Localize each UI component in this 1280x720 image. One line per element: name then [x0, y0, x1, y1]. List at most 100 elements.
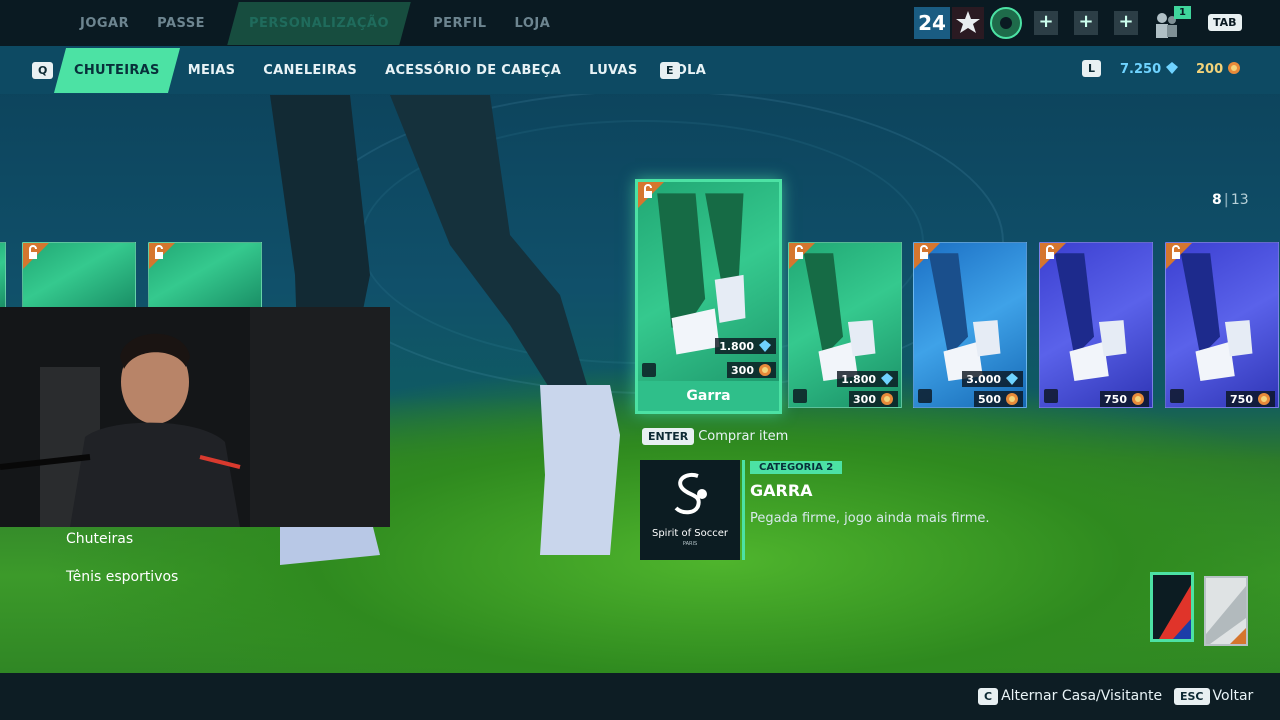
enter-key: ENTER: [642, 428, 695, 445]
lock-icon: [638, 182, 664, 208]
lock-icon: [914, 243, 940, 269]
gem-price-value: 1.800: [841, 372, 876, 386]
item-card-partial[interactable]: [0, 242, 6, 308]
item-card-4[interactable]: 750: [1165, 242, 1279, 408]
coin-icon: [1228, 62, 1241, 74]
tab-chuteiras-label: CHUTEIRAS: [74, 62, 160, 78]
webcam-overlay: [0, 307, 390, 527]
tab-key-hint: TAB: [1208, 14, 1242, 31]
item-card-left-1[interactable]: [22, 242, 136, 308]
coin-icon: [759, 364, 771, 376]
category-tabs: CHUTEIRAS MEIAS CANELEIRAS ACESSÓRIO DE …: [53, 46, 734, 94]
item-description: Pegada firme, jogo ainda mais firme.: [750, 511, 990, 526]
gem-price: 3.000: [962, 371, 1023, 387]
top-nav: JOGAR PASSE PERSONALIZAÇÃO PERFIL LOJA: [80, 0, 578, 46]
coin-price: 300: [849, 391, 898, 407]
currency-key[interactable]: L: [1082, 60, 1102, 77]
brand-emblem-icon: [674, 473, 707, 515]
coin-price: 750: [1226, 391, 1275, 407]
side-item-chuteiras[interactable]: Chuteiras: [66, 531, 133, 547]
tab-chuteiras[interactable]: CHUTEIRAS: [53, 47, 180, 93]
buy-item-hint[interactable]: ENTER Comprar item: [642, 428, 788, 445]
nav-perfil[interactable]: PERFIL: [433, 16, 486, 31]
coin-price: 750: [1100, 391, 1149, 407]
club-badge-icon[interactable]: [990, 7, 1022, 39]
brand-name: Spirit of Soccer: [651, 528, 728, 539]
item-type-icon: [918, 389, 932, 403]
coin-price: 500: [974, 391, 1023, 407]
coin-icon: [1132, 393, 1144, 405]
top-nav-bar: JOGAR PASSE PERSONALIZAÇÃO PERFIL LOJA 2…: [0, 0, 1280, 46]
item-type-icon: [793, 389, 807, 403]
add-slot-2-button[interactable]: +: [1074, 11, 1098, 35]
lock-icon: [23, 243, 49, 269]
home-kit-pattern: [1153, 575, 1191, 639]
brand-logo: Spirit of Soccer PARIS: [640, 460, 740, 560]
back-label: Voltar: [1212, 688, 1254, 704]
lock-icon: [789, 243, 815, 269]
coin-price-value: 300: [731, 363, 754, 377]
tab-acessorio-cabeca[interactable]: ACESSÓRIO DE CABEÇA: [385, 63, 561, 78]
coin-icon: [1258, 393, 1270, 405]
lock-icon: [1166, 243, 1192, 269]
gem-balance-value: 7.250: [1120, 62, 1162, 77]
nav-personalizacao[interactable]: PERSONALIZAÇÃO: [227, 1, 411, 45]
item-type-icon: [1170, 389, 1184, 403]
next-category-key[interactable]: E: [660, 62, 680, 79]
add-slot-3-button[interactable]: +: [1114, 11, 1138, 35]
item-card-2[interactable]: 3.000 500: [913, 242, 1027, 408]
streamer-camera-image: [0, 307, 390, 527]
brand-sub: PARIS: [682, 541, 698, 547]
gem-price: 1.800: [837, 371, 898, 387]
rank-badge-icon[interactable]: [952, 7, 984, 39]
esc-key: ESC: [1174, 688, 1210, 705]
back-hint[interactable]: ESC Voltar: [1174, 688, 1253, 705]
item-title: GARRA: [750, 481, 813, 500]
lock-icon: [1040, 243, 1066, 269]
away-kit-pattern: [1206, 578, 1246, 644]
coin-icon: [881, 393, 893, 405]
pager-separator: |: [1223, 192, 1229, 208]
home-kit-swatch[interactable]: [1150, 572, 1194, 642]
pager-total: 13: [1230, 192, 1249, 208]
nav-jogar[interactable]: JOGAR: [80, 16, 129, 31]
gem-price: 1.800: [715, 338, 776, 354]
buy-item-label: Comprar item: [698, 429, 789, 444]
coin-balance-value: 200: [1196, 62, 1224, 77]
coin-balance: 200: [1196, 61, 1241, 77]
away-kit-swatch[interactable]: [1204, 576, 1248, 646]
nav-passe[interactable]: PASSE: [157, 16, 205, 31]
gem-icon: [1006, 373, 1018, 385]
coin-price: 300: [727, 362, 776, 378]
lock-icon: [149, 243, 175, 269]
category-badge: CATEGORIA 2: [750, 461, 843, 474]
tab-meias[interactable]: MEIAS: [188, 63, 236, 78]
tab-luvas[interactable]: LUVAS: [589, 63, 637, 78]
item-card-3[interactable]: 750: [1039, 242, 1153, 408]
coin-icon: [1006, 393, 1018, 405]
nav-loja[interactable]: LOJA: [515, 16, 551, 31]
gem-balance: 7.250: [1120, 61, 1179, 77]
item-card-selected[interactable]: 1.800 300 Garra: [635, 179, 782, 414]
friends-count-badge: 1: [1174, 6, 1191, 19]
nav-personalizacao-label: PERSONALIZAÇÃO: [249, 15, 390, 31]
c-key: C: [978, 688, 999, 705]
prev-category-key[interactable]: Q: [32, 62, 54, 79]
toggle-home-away-hint[interactable]: C Alternar Casa/Visitante: [978, 688, 1162, 705]
gem-price-value: 1.800: [719, 339, 754, 353]
item-card-left-2[interactable]: [148, 242, 262, 308]
gem-icon: [881, 373, 893, 385]
tab-caneleiras[interactable]: CANELEIRAS: [263, 63, 357, 78]
pager-current: 8: [1212, 192, 1222, 208]
add-slot-1-button[interactable]: +: [1034, 11, 1058, 35]
detail-accent-line: [742, 460, 745, 560]
gem-price-value: 3.000: [966, 372, 1001, 386]
gem-icon: [1166, 62, 1179, 74]
item-card-1[interactable]: 1.800 300: [788, 242, 902, 408]
coin-price-value: 500: [978, 392, 1001, 406]
coin-price-value: 750: [1230, 392, 1253, 406]
side-item-tenis-esportivos[interactable]: Tênis esportivos: [66, 569, 178, 585]
gem-icon: [759, 340, 771, 352]
player-level[interactable]: 24: [914, 7, 950, 39]
coin-price-value: 750: [1104, 392, 1127, 406]
